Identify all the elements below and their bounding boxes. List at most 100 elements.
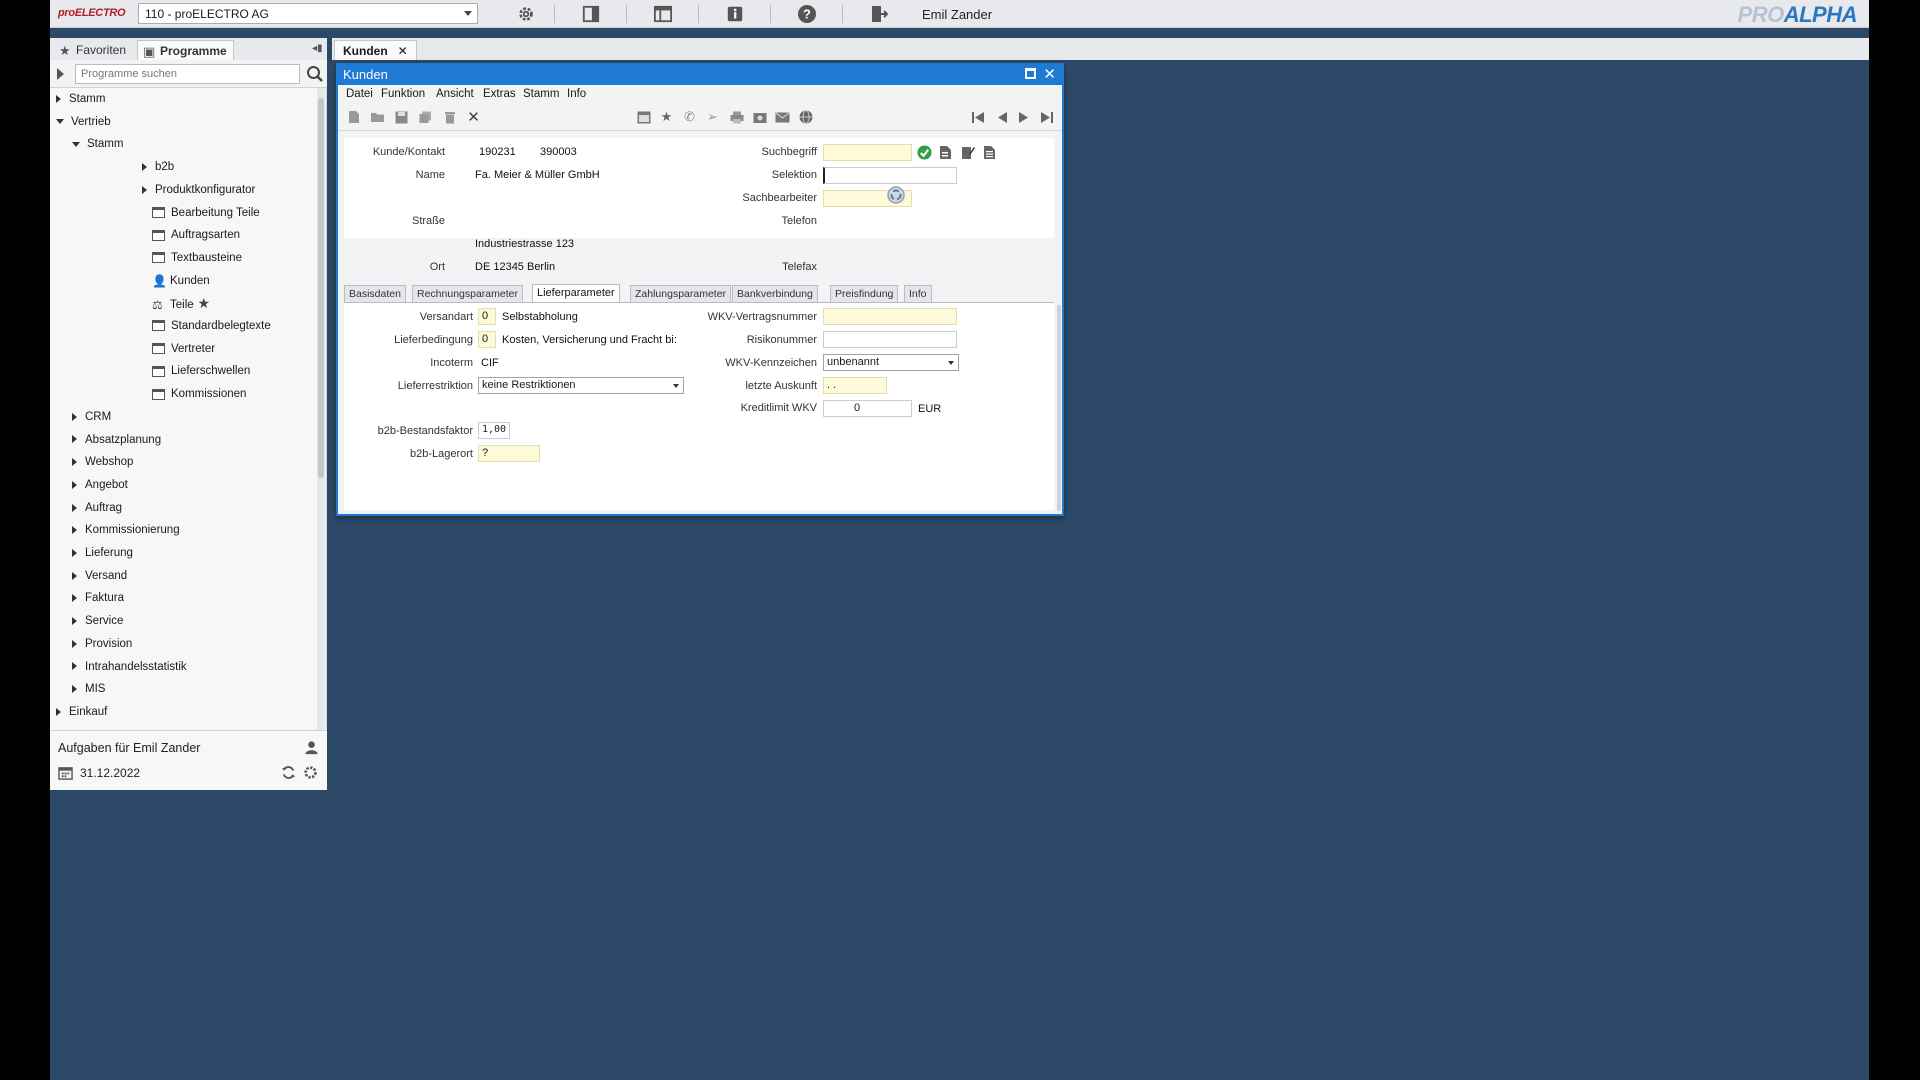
tree-item[interactable]: Lieferung — [72, 542, 133, 564]
collapse-panel-icon[interactable]: ◂▮ — [312, 43, 323, 54]
tree-item[interactable]: Kommissionierung — [72, 519, 180, 541]
edit-document-icon[interactable] — [961, 145, 975, 163]
tree-item[interactable]: Bearbeitung Teile — [152, 202, 260, 224]
save-icon[interactable] — [394, 110, 409, 124]
tab-favoriten[interactable]: ★ Favoriten — [54, 40, 132, 60]
tree-item[interactable]: Stamm — [72, 133, 123, 155]
last-record-icon[interactable] — [1039, 110, 1054, 124]
tab-zahlungsparameter[interactable]: Zahlungsparameter — [630, 285, 732, 303]
tab-lieferparameter[interactable]: Lieferparameter — [532, 284, 620, 303]
first-record-icon[interactable] — [970, 110, 985, 124]
wkv-vertragsnummer-field[interactable] — [823, 308, 957, 325]
new-document-icon[interactable] — [346, 110, 361, 124]
tab-preisfindung[interactable]: Preisfindung — [830, 285, 899, 303]
menu-extras[interactable]: Extras — [483, 88, 516, 100]
calendar-icon[interactable] — [636, 110, 651, 124]
tree-item[interactable]: Faktura — [72, 587, 124, 609]
close-tab-icon[interactable]: ✕ — [398, 44, 408, 58]
maximize-icon[interactable] — [1025, 68, 1036, 79]
lagerort-field[interactable]: ? — [478, 445, 540, 462]
cancel-icon[interactable]: ✕ — [466, 109, 481, 126]
email-icon[interactable] — [775, 110, 790, 124]
print-icon[interactable] — [729, 110, 744, 124]
tab-bankverbindung[interactable]: Bankverbindung — [732, 285, 818, 303]
tree-item[interactable]: Versand — [72, 565, 127, 587]
tree-item[interactable]: ⚖ Teile ★ — [152, 292, 210, 314]
tree-item[interactable]: Einkauf — [56, 701, 107, 723]
tab-programme[interactable]: ▣ Programme — [137, 40, 234, 60]
doc-tab-kunden[interactable]: Kunden ✕ — [334, 40, 417, 60]
tree-item[interactable]: Provision — [72, 633, 132, 655]
tree-item[interactable]: Auftrag — [72, 497, 122, 519]
tree-item[interactable]: MIS — [72, 678, 105, 700]
tree-item[interactable]: Webshop — [72, 451, 133, 473]
versandart-code-field[interactable]: 0 — [478, 308, 496, 325]
confirm-check-icon[interactable] — [917, 145, 932, 163]
notes-icon[interactable] — [983, 145, 996, 163]
tree-item[interactable]: Textbausteine — [152, 247, 242, 269]
window-scrollbar[interactable] — [1057, 305, 1061, 511]
tree-item[interactable]: 👤 Kunden — [152, 270, 210, 292]
split-view-icon[interactable] — [580, 3, 602, 25]
tree-item[interactable]: CRM — [72, 406, 111, 428]
tab-rechnungsparameter[interactable]: Rechnungsparameter — [412, 285, 523, 303]
tab-basisdaten[interactable]: Basisdaten — [344, 285, 406, 303]
globe-icon[interactable] — [798, 110, 813, 124]
program-search-input[interactable] — [75, 64, 300, 84]
previous-record-icon[interactable] — [994, 110, 1009, 124]
menu-ansicht[interactable]: Ansicht — [436, 88, 474, 100]
tab-info[interactable]: Info — [904, 285, 932, 303]
tree-item[interactable]: Standardbelegtexte — [152, 315, 271, 337]
favorite-star-icon[interactable]: ★ — [659, 109, 674, 124]
suchbegriff-field[interactable] — [823, 144, 912, 161]
lieferbedingung-code-field[interactable]: 0 — [478, 331, 496, 348]
layout-icon[interactable] — [652, 3, 674, 25]
next-record-icon[interactable] — [1016, 110, 1031, 124]
user-icon[interactable] — [304, 740, 319, 758]
delete-icon[interactable] — [442, 110, 457, 124]
logout-icon[interactable] — [868, 3, 890, 25]
wkv-kennzeichen-select[interactable]: unbenannt — [823, 354, 959, 371]
tree-item[interactable]: Auftragsarten — [152, 224, 240, 246]
gear-icon[interactable] — [303, 765, 318, 783]
menu-funktion[interactable]: Funktion — [381, 88, 425, 100]
menu-datei[interactable]: Datei — [346, 88, 373, 100]
tree-item[interactable]: Stamm — [56, 88, 105, 110]
lieferrestriktion-select[interactable]: keine Restriktionen — [478, 377, 684, 394]
tree-item[interactable]: Lieferschwellen — [152, 360, 250, 382]
document-search-icon[interactable] — [939, 145, 952, 163]
tree-item[interactable]: Absatzplanung — [72, 429, 161, 451]
tree-item[interactable]: Intrahandelsstatistik — [72, 656, 187, 678]
menu-info[interactable]: Info — [567, 88, 586, 100]
selektion-field[interactable] — [823, 167, 957, 184]
bestandsfaktor-field[interactable]: 1,00 — [478, 422, 510, 439]
tree-item[interactable]: Service — [72, 610, 123, 632]
info-icon[interactable] — [724, 3, 746, 25]
menu-stamm[interactable]: Stamm — [523, 88, 559, 100]
settings-gear-icon[interactable] — [515, 3, 537, 25]
tree-item[interactable]: Angebot — [72, 474, 128, 496]
tree-item[interactable]: b2b — [142, 156, 174, 178]
open-folder-icon[interactable] — [370, 110, 385, 124]
tree-item[interactable]: Vertreter — [152, 338, 215, 360]
kreditlimit-field[interactable]: 0 — [823, 400, 912, 417]
favorite-star-icon[interactable]: ★ — [194, 295, 211, 311]
expand-arrow-icon[interactable] — [57, 68, 64, 80]
risikonummer-field[interactable] — [823, 331, 957, 348]
search-icon[interactable] — [306, 65, 324, 83]
tree-item[interactable]: Vertrieb — [56, 111, 111, 133]
copy-icon[interactable] — [418, 110, 433, 124]
tree-item[interactable]: Produktkonfigurator — [142, 179, 255, 201]
help-icon[interactable]: ? — [796, 3, 818, 25]
refresh-icon[interactable] — [281, 765, 296, 783]
tree-item[interactable]: Kommissionen — [152, 383, 246, 405]
scrollbar-thumb[interactable] — [318, 98, 324, 478]
tree-scrollbar[interactable] — [317, 88, 325, 730]
forward-icon[interactable]: ➢ — [705, 109, 720, 124]
letzte-auskunft-field[interactable]: . . — [823, 377, 887, 394]
fax-icon[interactable] — [752, 110, 767, 124]
close-icon[interactable]: ✕ — [1043, 65, 1056, 83]
window-title-bar[interactable]: Kunden ✕ — [338, 65, 1062, 85]
company-select[interactable]: 110 - proELECTRO AG — [138, 3, 478, 24]
phone-icon[interactable]: ✆ — [682, 109, 697, 124]
